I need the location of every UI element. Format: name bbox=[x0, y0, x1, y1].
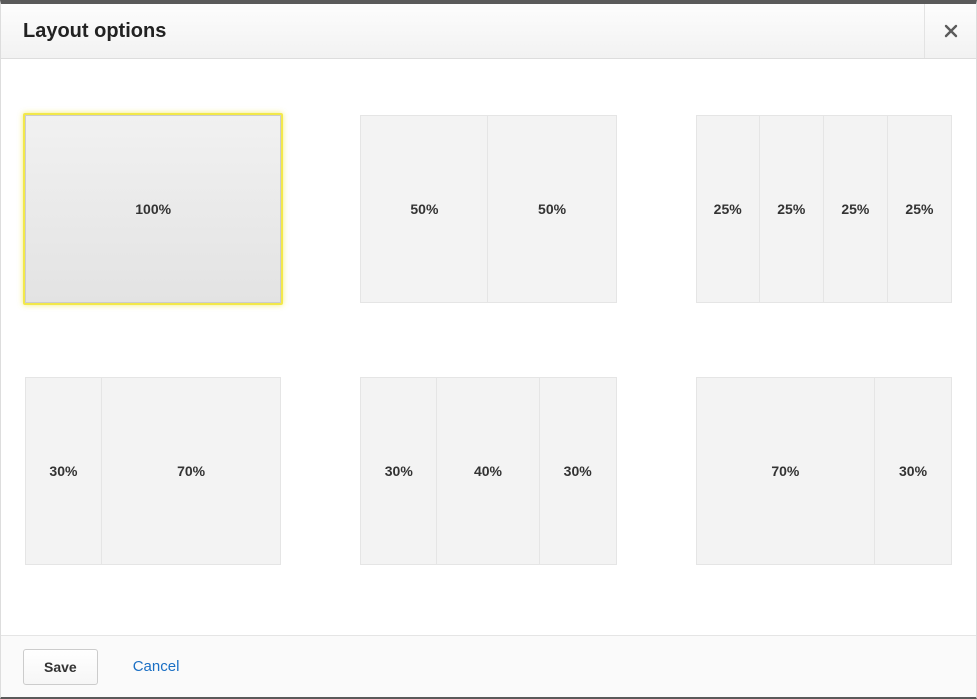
layout-grid: 100%50%50%25%25%25%25%30%70%30%40%30%70%… bbox=[23, 113, 954, 567]
layout-column: 30% bbox=[360, 377, 437, 565]
layout-column: 40% bbox=[437, 377, 540, 565]
layout-option-3[interactable]: 30%70% bbox=[23, 375, 283, 567]
layout-column: 30% bbox=[875, 377, 952, 565]
layout-column: 100% bbox=[25, 115, 281, 303]
layout-column: 25% bbox=[888, 115, 952, 303]
save-button[interactable]: Save bbox=[23, 649, 98, 685]
layout-column: 25% bbox=[760, 115, 824, 303]
layout-column: 25% bbox=[696, 115, 760, 303]
layout-option-2[interactable]: 25%25%25%25% bbox=[694, 113, 954, 305]
layout-column: 30% bbox=[25, 377, 102, 565]
layout-option-5[interactable]: 70%30% bbox=[694, 375, 954, 567]
layout-column: 30% bbox=[540, 377, 617, 565]
layout-column: 70% bbox=[696, 377, 875, 565]
dialog-title: Layout options bbox=[23, 20, 166, 43]
layout-option-4[interactable]: 30%40%30% bbox=[358, 375, 618, 567]
cancel-link[interactable]: Cancel bbox=[133, 658, 180, 675]
close-icon bbox=[943, 23, 959, 39]
layout-option-0[interactable]: 100% bbox=[23, 113, 283, 305]
layout-option-1[interactable]: 50%50% bbox=[358, 113, 618, 305]
layout-column: 50% bbox=[360, 115, 488, 303]
layout-column: 25% bbox=[824, 115, 888, 303]
dialog-header: Layout options bbox=[1, 4, 976, 59]
layout-column: 50% bbox=[488, 115, 616, 303]
dialog-content: 100%50%50%25%25%25%25%30%70%30%40%30%70%… bbox=[1, 59, 976, 635]
dialog-footer: Save Cancel bbox=[1, 635, 976, 697]
layout-column: 70% bbox=[102, 377, 281, 565]
close-button[interactable] bbox=[924, 4, 976, 58]
